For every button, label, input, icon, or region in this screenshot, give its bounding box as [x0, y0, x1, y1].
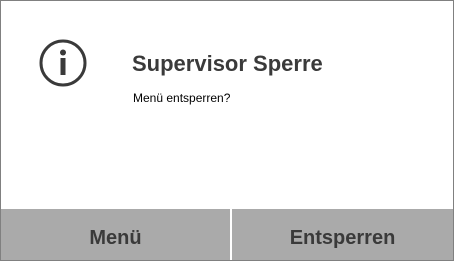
supervisor-lock-dialog: Supervisor Sperre Menü entsperren? Menü …	[0, 0, 454, 261]
button-bar: Menü Entsperren	[1, 209, 453, 260]
menu-button[interactable]: Menü	[1, 209, 230, 260]
unlock-button[interactable]: Entsperren	[232, 209, 453, 260]
info-icon	[38, 38, 88, 88]
dialog-message: Menü entsperren?	[133, 91, 231, 105]
dialog-title: Supervisor Sperre	[132, 51, 323, 76]
